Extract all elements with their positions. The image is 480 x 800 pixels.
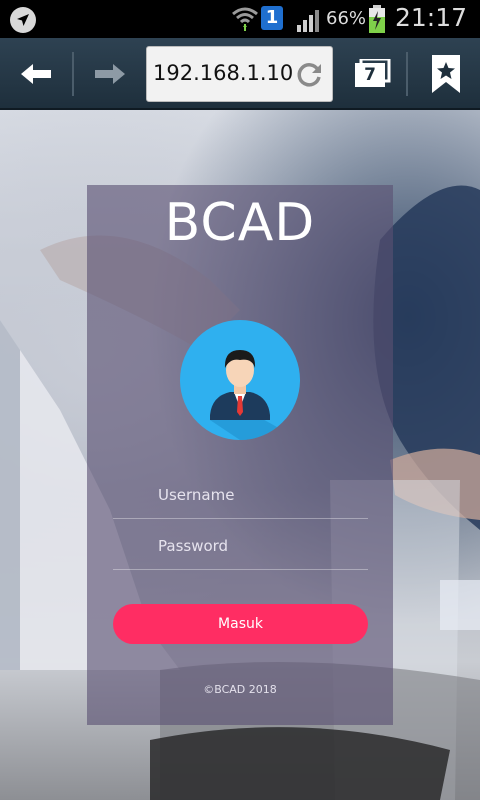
login-button[interactable]: Masuk: [113, 604, 368, 644]
forward-button[interactable]: [74, 38, 146, 110]
bookmark-button[interactable]: [412, 38, 480, 110]
notification-badge: 1: [261, 6, 283, 30]
navigation-arrow-icon: [10, 7, 36, 33]
tabs-icon: 7: [353, 59, 391, 89]
forward-arrow-icon: [95, 64, 125, 84]
refresh-icon[interactable]: [294, 60, 324, 90]
browser-toolbar: 192.168.1.10 7: [0, 38, 480, 110]
status-clock: 21:17: [395, 3, 468, 32]
back-arrow-icon: [21, 64, 51, 84]
brand-title: BCAD: [164, 193, 316, 253]
bookmark-icon: [432, 55, 460, 93]
login-card: BCAD Masuk ©BCAD 2018: [87, 185, 393, 725]
username-field: [113, 471, 368, 519]
password-field: [113, 522, 368, 570]
tab-count: 7: [355, 63, 385, 87]
page-content: BCAD Masuk ©BCAD 2018: [0, 110, 480, 800]
username-input[interactable]: [158, 481, 358, 509]
wifi-icon: [232, 7, 258, 31]
url-bar[interactable]: 192.168.1.10: [146, 46, 333, 102]
status-bar: 1 66% 21:17: [0, 0, 480, 38]
password-input[interactable]: [158, 532, 358, 560]
battery-charging-icon: [369, 5, 385, 33]
signal-strength-icon: [297, 10, 319, 32]
url-text[interactable]: 192.168.1.10: [153, 61, 293, 85]
copyright-text: ©BCAD 2018: [203, 683, 277, 696]
back-button[interactable]: [0, 38, 72, 110]
user-avatar-icon: [180, 320, 300, 440]
tabs-button[interactable]: 7: [338, 38, 406, 110]
toolbar-divider: [406, 52, 408, 96]
battery-percent: 66%: [326, 8, 367, 29]
